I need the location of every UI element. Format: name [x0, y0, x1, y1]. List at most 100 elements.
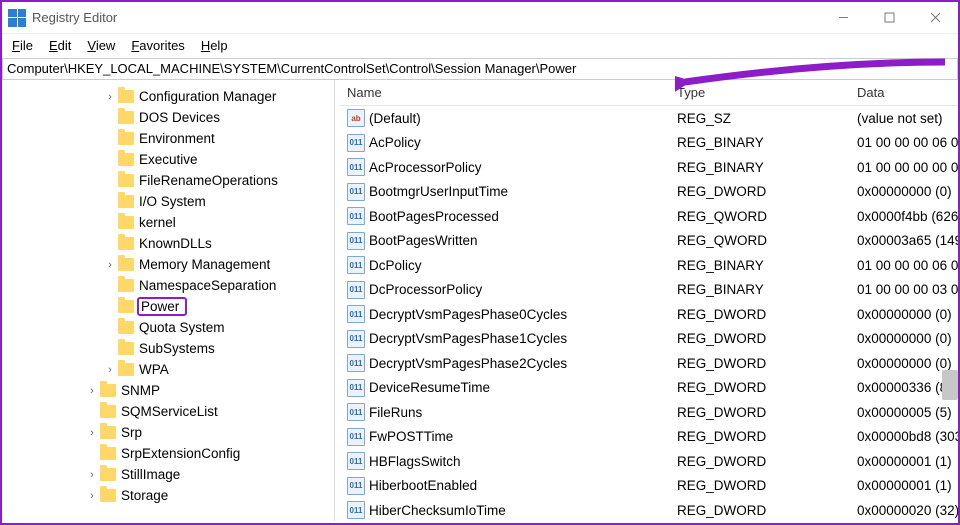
- menu-view[interactable]: View: [79, 36, 123, 55]
- folder-icon: [118, 279, 134, 292]
- expander-icon[interactable]: ›: [86, 490, 98, 502]
- value-data: 0x00000001 (1): [849, 478, 958, 493]
- values-pane[interactable]: Name Type Data ab(Default)REG_SZ(value n…: [339, 80, 958, 521]
- value-name: DeviceResumeTime: [369, 380, 490, 395]
- binary-value-icon: 011: [347, 183, 365, 201]
- menu-edit[interactable]: Edit: [41, 36, 79, 55]
- binary-value-icon: 011: [347, 305, 365, 323]
- value-row[interactable]: 011HBFlagsSwitchREG_DWORD0x00000001 (1): [339, 449, 958, 474]
- value-data: 0x00000000 (0): [849, 184, 958, 199]
- tree-item[interactable]: DOS Devices: [2, 107, 334, 128]
- value-row[interactable]: 011AcPolicyREG_BINARY01 00 00 00 06 00 0: [339, 131, 958, 156]
- binary-value-icon: 011: [347, 134, 365, 152]
- close-button[interactable]: [912, 2, 958, 34]
- tree-item[interactable]: ›Srp: [2, 422, 334, 443]
- value-row[interactable]: 011DeviceResumeTimeREG_DWORD0x00000336 (…: [339, 376, 958, 401]
- value-data: 0x00000bd8 (3032): [849, 429, 958, 444]
- tree-item-label: SQMServiceList: [121, 404, 218, 419]
- value-row[interactable]: 011BootPagesProcessedREG_QWORD0x0000f4bb…: [339, 204, 958, 229]
- tree-item[interactable]: Executive: [2, 149, 334, 170]
- value-row[interactable]: 011DcProcessorPolicyREG_BINARY01 00 00 0…: [339, 278, 958, 303]
- tree-item[interactable]: › StillImage: [2, 464, 334, 485]
- value-type: REG_DWORD: [669, 478, 849, 493]
- tree-item-label: NamespaceSeparation: [139, 278, 276, 293]
- window-controls: [820, 2, 958, 34]
- menu-favorites[interactable]: Favorites: [123, 36, 192, 55]
- value-type: REG_DWORD: [669, 380, 849, 395]
- value-row[interactable]: 011DcPolicyREG_BINARY01 00 00 00 06 00 0: [339, 253, 958, 278]
- binary-value-icon: 011: [347, 281, 365, 299]
- value-row[interactable]: 011DecryptVsmPagesPhase0CyclesREG_DWORD0…: [339, 302, 958, 327]
- tree-item-label: Executive: [139, 152, 198, 167]
- value-name: DecryptVsmPagesPhase2Cycles: [369, 356, 567, 371]
- value-type: REG_BINARY: [669, 160, 849, 175]
- tree-pane[interactable]: ›Configuration Manager DOS Devices Environ…: [2, 80, 335, 521]
- tree-item-label: SNMP: [121, 383, 160, 398]
- tree-item[interactable]: Power: [2, 296, 334, 317]
- value-row[interactable]: ab(Default)REG_SZ(value not set): [339, 106, 958, 131]
- expander-icon[interactable]: ›: [104, 259, 116, 271]
- title-bar: Registry Editor: [2, 2, 958, 34]
- value-row[interactable]: 011BootmgrUserInputTimeREG_DWORD0x000000…: [339, 180, 958, 205]
- string-value-icon: ab: [347, 109, 365, 127]
- tree-item[interactable]: FileRenameOperations: [2, 170, 334, 191]
- tree-item-label: StillImage: [121, 467, 180, 482]
- value-data: 01 00 00 00 06 00 0: [849, 258, 958, 273]
- tree-item-label: Quota System: [139, 320, 225, 335]
- binary-value-icon: 011: [347, 477, 365, 495]
- binary-value-icon: 011: [347, 354, 365, 372]
- expander-icon[interactable]: ›: [86, 469, 98, 481]
- tree-item[interactable]: Environment: [2, 128, 334, 149]
- tree-scrollbar-thumb[interactable]: [942, 370, 958, 400]
- tree-item[interactable]: SubSystems: [2, 338, 334, 359]
- value-row[interactable]: 011AcProcessorPolicyREG_BINARY01 00 00 0…: [339, 155, 958, 180]
- tree-item[interactable]: ›Configuration Manager: [2, 86, 334, 107]
- value-row[interactable]: 011BootPagesWrittenREG_QWORD0x00003a65 (…: [339, 229, 958, 254]
- expander-icon[interactable]: ›: [86, 427, 98, 439]
- expander-icon[interactable]: ›: [104, 364, 116, 376]
- value-row[interactable]: 011FileRunsREG_DWORD0x00000005 (5): [339, 400, 958, 425]
- value-row[interactable]: 011DecryptVsmPagesPhase2CyclesREG_DWORD0…: [339, 351, 958, 376]
- tree-item[interactable]: › Storage: [2, 485, 334, 506]
- value-name: FwPOSTTime: [369, 429, 453, 444]
- tree-item[interactable]: kernel: [2, 212, 334, 233]
- value-name: (Default): [369, 111, 421, 126]
- value-row[interactable]: 011FwPOSTTimeREG_DWORD0x00000bd8 (3032): [339, 425, 958, 450]
- folder-icon: [118, 132, 134, 145]
- menu-help[interactable]: Help: [193, 36, 236, 55]
- col-name-header[interactable]: Name: [339, 85, 669, 100]
- tree-item[interactable]: SrpExtensionConfig: [2, 443, 334, 464]
- tree-item[interactable]: SQMServiceList: [2, 401, 334, 422]
- folder-icon: [118, 174, 134, 187]
- tree-item[interactable]: Quota System: [2, 317, 334, 338]
- value-data: 01 00 00 00 03 00 0: [849, 282, 958, 297]
- expander-icon[interactable]: ›: [86, 385, 98, 397]
- folder-icon: [118, 342, 134, 355]
- value-data: 0x00000000 (0): [849, 331, 958, 346]
- maximize-button[interactable]: [866, 2, 912, 34]
- tree-item[interactable]: ›WPA: [2, 359, 334, 380]
- value-row[interactable]: 011HiberbootEnabledREG_DWORD0x00000001 (…: [339, 474, 958, 499]
- tree-item-label: Power: [137, 297, 187, 316]
- folder-icon: [100, 384, 116, 397]
- folder-icon: [100, 489, 116, 502]
- menu-file[interactable]: File: [4, 36, 41, 55]
- value-type: REG_DWORD: [669, 454, 849, 469]
- tree-item[interactable]: KnownDLLs: [2, 233, 334, 254]
- tree-item-label: Storage: [121, 488, 168, 503]
- minimize-button[interactable]: [820, 2, 866, 34]
- menu-bar: File Edit View Favorites Help: [2, 34, 958, 56]
- tree-item-label: DOS Devices: [139, 110, 220, 125]
- binary-value-icon: 011: [347, 501, 365, 519]
- tree-item[interactable]: NamespaceSeparation: [2, 275, 334, 296]
- expander-icon[interactable]: ›: [104, 91, 116, 103]
- value-name: DcPolicy: [369, 258, 422, 273]
- value-type: REG_DWORD: [669, 331, 849, 346]
- value-data: 0x0000f4bb (62651: [849, 209, 958, 224]
- tree-item[interactable]: ›Memory Management: [2, 254, 334, 275]
- value-row[interactable]: 011HiberChecksumIoTimeREG_DWORD0x0000002…: [339, 498, 958, 521]
- callout-arrow: [675, 56, 955, 96]
- tree-item[interactable]: › SNMP: [2, 380, 334, 401]
- value-row[interactable]: 011DecryptVsmPagesPhase1CyclesREG_DWORD0…: [339, 327, 958, 352]
- tree-item[interactable]: I/O System: [2, 191, 334, 212]
